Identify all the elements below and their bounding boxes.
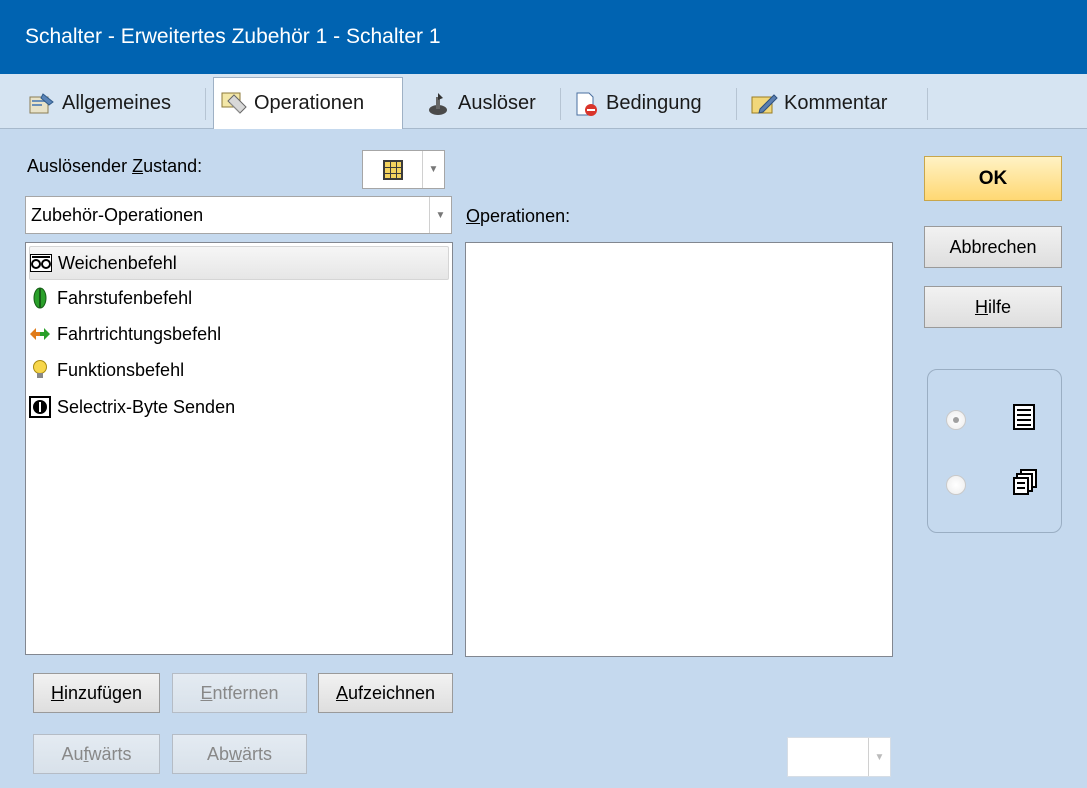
tab-bedingung[interactable]: Bedingung — [566, 80, 708, 127]
operations-label: Operationen: — [466, 206, 571, 226]
tab-separator — [205, 88, 206, 120]
list-item-label: Fahrtrichtungsbefehl — [57, 323, 222, 344]
tab-ausloeser[interactable]: Auslöser — [418, 80, 542, 127]
move-up-button[interactable]: Au f wärts — [33, 734, 160, 774]
direction-icon — [29, 323, 51, 345]
operations-icon — [220, 90, 248, 118]
chevron-down-icon[interactable]: ▼ — [422, 151, 444, 188]
tab-label: Operationen — [254, 92, 365, 114]
speed-step-icon — [29, 287, 51, 309]
comment-icon — [750, 90, 778, 118]
radio-dot — [953, 417, 959, 423]
tab-label: Kommentar — [784, 92, 888, 114]
function-bulb-icon — [29, 359, 51, 381]
turnout-icon — [30, 252, 52, 274]
list-item-label: Weichenbefehl — [58, 252, 177, 273]
properties-icon — [28, 90, 56, 118]
tab-operationen[interactable]: Operationen — [213, 77, 403, 129]
category-combo[interactable]: Zubehör-Operationen ▼ — [25, 196, 452, 234]
list-item-label: Fahrstufenbefehl — [57, 287, 193, 308]
list-item-label: Selectrix-Byte Senden — [57, 396, 236, 417]
tab-label: Bedingung — [606, 92, 702, 114]
state-color-combo[interactable]: ▼ — [362, 150, 445, 189]
list-item-selectrix-byte[interactable]: Selectrix-Byte Senden — [29, 390, 235, 424]
selectrix-icon — [29, 396, 51, 418]
bottom-combo[interactable]: ▼ — [787, 737, 891, 777]
trigger-icon — [424, 90, 452, 118]
tab-kommentar[interactable]: Kommentar — [744, 80, 893, 127]
available-operations-list[interactable]: Weichenbefehl Fahrstufenbefehl Fahrtrich… — [25, 242, 453, 655]
help-button[interactable]: Hilfe — [924, 286, 1062, 328]
remove-button[interactable]: Entfernen — [172, 673, 307, 713]
list-item-label: Funktionsbefehl — [57, 359, 185, 380]
tab-strip: Allgemeines Operationen Auslöser Bedingu… — [0, 74, 1087, 129]
condition-icon — [572, 90, 600, 118]
tab-label: Allgemeines — [62, 92, 171, 114]
tab-label: Auslöser — [458, 92, 536, 114]
tab-separator — [927, 88, 928, 120]
chevron-down-icon[interactable]: ▼ — [868, 738, 890, 776]
chevron-down-icon[interactable]: ▼ — [429, 197, 451, 233]
move-down-button[interactable]: Ab w ärts — [172, 734, 307, 774]
list-item-funktionsbefehl[interactable]: Funktionsbefehl — [29, 353, 184, 387]
view-options-group — [927, 369, 1062, 533]
grid-color-icon — [363, 159, 422, 181]
tab-separator — [736, 88, 737, 120]
list-item-fahrstufenbefehl[interactable]: Fahrstufenbefehl — [29, 281, 192, 315]
window-title: Schalter - Erweitertes Zubehör 1 - Schal… — [0, 0, 1087, 74]
ok-button[interactable]: OK — [924, 156, 1062, 201]
record-button[interactable]: Aufzeichnen — [318, 673, 453, 713]
cancel-button[interactable]: Abbrechen — [924, 226, 1062, 268]
selected-operations-list[interactable] — [465, 242, 893, 657]
copy-view-radio[interactable] — [946, 475, 966, 495]
tab-allgemeines[interactable]: Allgemeines — [22, 80, 177, 127]
list-view-radio[interactable] — [946, 410, 966, 430]
tab-separator — [560, 88, 561, 120]
list-view-icon — [1012, 403, 1038, 431]
list-item-weichenbefehl[interactable]: Weichenbefehl — [29, 246, 449, 280]
state-label: Auslösender Zustand: — [27, 156, 203, 176]
copy-view-icon — [1012, 468, 1038, 496]
list-item-fahrtrichtungsbefehl[interactable]: Fahrtrichtungsbefehl — [29, 317, 221, 351]
category-combo-value: Zubehör-Operationen — [31, 204, 204, 225]
add-button[interactable]: Hinzufügen — [33, 673, 160, 713]
